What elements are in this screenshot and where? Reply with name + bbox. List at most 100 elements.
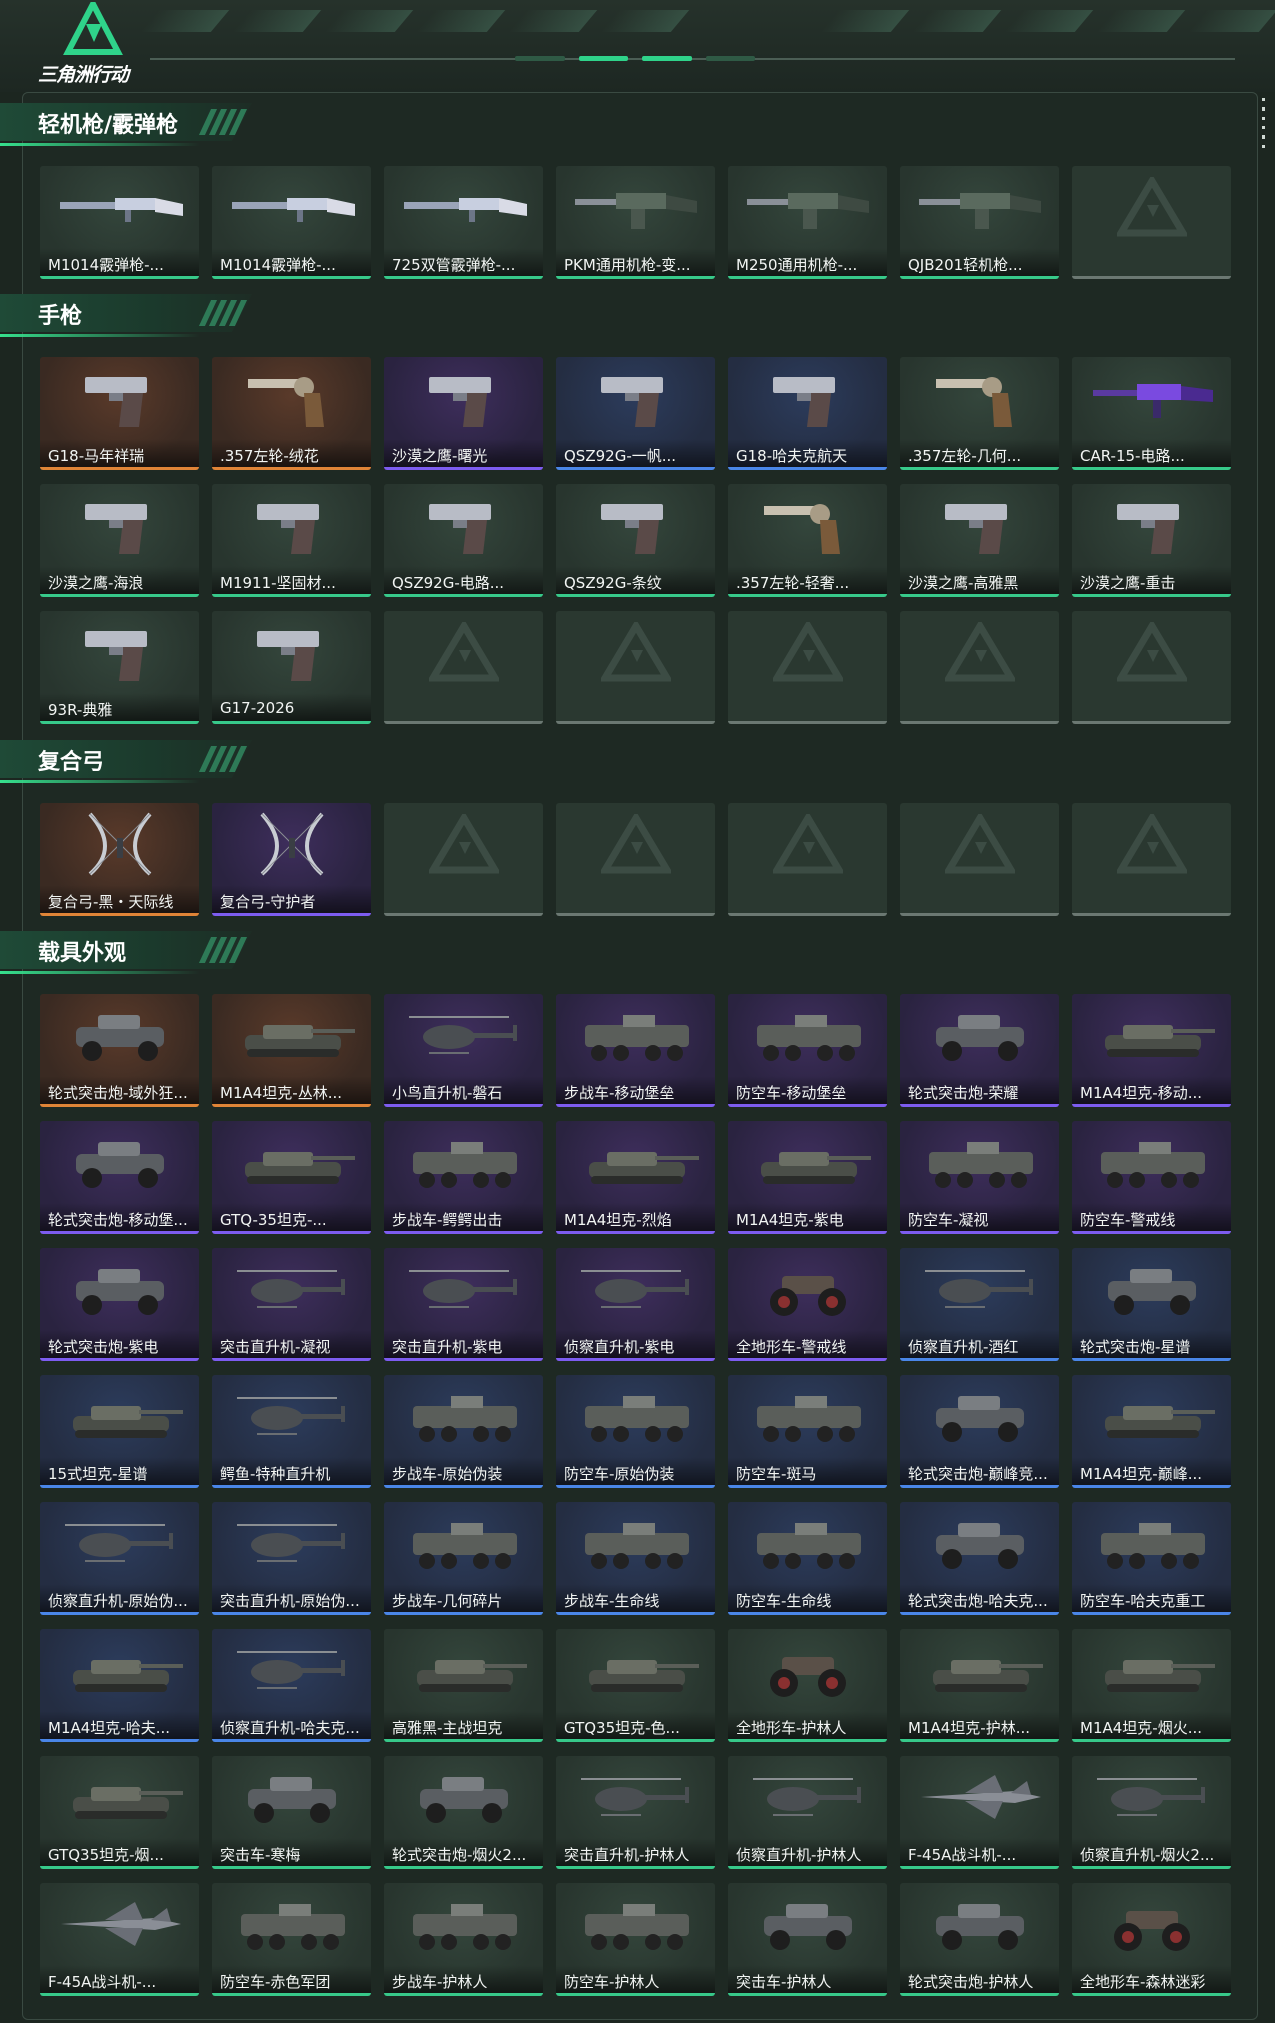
item-card[interactable]: 防空车-移动堡垒 — [728, 994, 887, 1107]
item-card[interactable]: G18-哈夫克航天 — [728, 357, 887, 470]
item-card[interactable]: 突击直升机-护林人 — [556, 1756, 715, 1869]
item-card[interactable]: M1014霰弹枪-... — [40, 166, 199, 279]
item-label: GTQ-35坦克-... — [212, 1203, 371, 1231]
item-card[interactable]: 防空车-护林人 — [556, 1883, 715, 1996]
item-card[interactable]: GTQ35坦克-色... — [556, 1629, 715, 1742]
item-card[interactable]: M250通用机枪-... — [728, 166, 887, 279]
item-card[interactable]: 防空车-原始伪装 — [556, 1375, 715, 1488]
item-card[interactable]: 轮式突击炮-移动堡... — [40, 1121, 199, 1234]
item-card[interactable]: .357左轮-几何... — [900, 357, 1059, 470]
item-card[interactable]: 沙漠之鹰-重击 — [1072, 484, 1231, 597]
mg-icon — [736, 172, 879, 242]
item-label: 沙漠之鹰-海浪 — [40, 566, 199, 594]
item-card[interactable]: F-45A战斗机-... — [900, 1756, 1059, 1869]
item-card[interactable]: 步战车-生命线 — [556, 1502, 715, 1615]
item-card[interactable]: 复合弓-守护者 — [212, 803, 371, 916]
item-card[interactable]: 轮式突击炮-哈夫克... — [900, 1502, 1059, 1615]
item-card[interactable]: 高雅黑-主战坦克 — [384, 1629, 543, 1742]
item-card[interactable]: QSZ92G-条纹 — [556, 484, 715, 597]
item-card[interactable]: 轮式突击炮-紫电 — [40, 1248, 199, 1361]
item-card[interactable]: M1A4坦克-移动... — [1072, 994, 1231, 1107]
item-card[interactable]: 15式坦克-星谱 — [40, 1375, 199, 1488]
item-card[interactable]: 轮式突击炮-星谱 — [1072, 1248, 1231, 1361]
item-card[interactable]: 防空车-斑马 — [728, 1375, 887, 1488]
item-card[interactable]: 725双管霰弹枪-... — [384, 166, 543, 279]
item-card[interactable]: 突击车-护林人 — [728, 1883, 887, 1996]
item-card[interactable]: 93R-典雅 — [40, 611, 199, 724]
item-label: M1A4坦克-移动... — [1072, 1076, 1231, 1104]
item-card[interactable]: 防空车-凝视 — [900, 1121, 1059, 1234]
item-card[interactable]: 侦察直升机-烟火2... — [1072, 1756, 1231, 1869]
item-card[interactable]: 侦察直升机-哈夫克... — [212, 1629, 371, 1742]
item-card[interactable]: 小鸟直升机-磐石 — [384, 994, 543, 1107]
item-card[interactable]: 轮式突击炮-护林人 — [900, 1883, 1059, 1996]
item-card[interactable]: 轮式突击炮-荣耀 — [900, 994, 1059, 1107]
item-card[interactable]: F-45A战斗机-... — [40, 1883, 199, 1996]
item-card[interactable]: 复合弓-黑・天际线 — [40, 803, 199, 916]
item-card[interactable]: 突击直升机-原始伪... — [212, 1502, 371, 1615]
item-card[interactable]: 防空车-生命线 — [728, 1502, 887, 1615]
item-card[interactable]: 全地形车-森林迷彩 — [1072, 1883, 1231, 1996]
item-card[interactable]: 沙漠之鹰-曙光 — [384, 357, 543, 470]
item-card[interactable]: M1A4坦克-烈焰 — [556, 1121, 715, 1234]
item-card[interactable]: 步战车-几何碎片 — [384, 1502, 543, 1615]
item-label: 防空车-生命线 — [728, 1584, 887, 1612]
item-card[interactable]: G17-2026 — [212, 611, 371, 724]
item-card[interactable]: 鳄鱼-特种直升机 — [212, 1375, 371, 1488]
item-card[interactable]: 全地形车-护林人 — [728, 1629, 887, 1742]
item-label: 防空车-警戒线 — [1072, 1203, 1231, 1231]
item-card[interactable]: G18-马年祥瑞 — [40, 357, 199, 470]
item-card[interactable]: 沙漠之鹰-高雅黑 — [900, 484, 1059, 597]
item-card[interactable]: M1A4坦克-烟火... — [1072, 1629, 1231, 1742]
item-card[interactable]: 轮式突击炮-烟火2... — [384, 1756, 543, 1869]
item-card[interactable]: M1A4坦克-紫电 — [728, 1121, 887, 1234]
item-card[interactable]: 全地形车-警戒线 — [728, 1248, 887, 1361]
ifv-icon — [736, 1381, 879, 1451]
item-card[interactable]: M1A4坦克-护林... — [900, 1629, 1059, 1742]
item-label: 轮式突击炮-烟火2... — [384, 1838, 543, 1866]
item-card[interactable]: GTQ-35坦克-... — [212, 1121, 371, 1234]
item-card[interactable]: M1A4坦克-哈夫... — [40, 1629, 199, 1742]
item-card[interactable]: .357左轮-绒花 — [212, 357, 371, 470]
item-grid-bow: 复合弓-黑・天际线 复合弓-守护者 — [40, 803, 1231, 916]
item-card[interactable]: 轮式突击炮-巅峰竞... — [900, 1375, 1059, 1488]
item-card[interactable]: 步战车-原始伪装 — [384, 1375, 543, 1488]
item-card[interactable]: 防空车-赤色军团 — [212, 1883, 371, 1996]
item-card[interactable]: 轮式突击炮-域外狂... — [40, 994, 199, 1107]
tank-icon — [736, 1127, 879, 1197]
item-card[interactable]: M1014霰弹枪-... — [212, 166, 371, 279]
scrollbar[interactable] — [1261, 98, 1265, 148]
item-card[interactable]: 步战车-护林人 — [384, 1883, 543, 1996]
item-card[interactable]: 侦察直升机-紫电 — [556, 1248, 715, 1361]
car-icon — [48, 1000, 191, 1070]
item-card[interactable]: QJB201轻机枪... — [900, 166, 1059, 279]
item-card[interactable]: QSZ92G-电路... — [384, 484, 543, 597]
tank-icon — [1080, 1381, 1223, 1451]
item-card[interactable]: 防空车-哈夫克重工 — [1072, 1502, 1231, 1615]
item-card[interactable]: CAR-15-电路... — [1072, 357, 1231, 470]
item-card[interactable]: 侦察直升机-护林人 — [728, 1756, 887, 1869]
item-card[interactable]: QSZ92G-一帆... — [556, 357, 715, 470]
pistol-icon — [1080, 490, 1223, 560]
item-card[interactable]: PKM通用机枪-变... — [556, 166, 715, 279]
item-card[interactable]: .357左轮-轻奢... — [728, 484, 887, 597]
item-label: GTQ35坦克-烟... — [40, 1838, 199, 1866]
item-card[interactable]: 防空车-警戒线 — [1072, 1121, 1231, 1234]
item-card[interactable]: M1911-坚固材... — [212, 484, 371, 597]
item-card[interactable]: 突击直升机-凝视 — [212, 1248, 371, 1361]
item-label: M1A4坦克-巅峰... — [1072, 1457, 1231, 1485]
item-card[interactable]: 步战车-鳄鳄出击 — [384, 1121, 543, 1234]
item-card[interactable]: 沙漠之鹰-海浪 — [40, 484, 199, 597]
item-card[interactable]: M1A4坦克-巅峰... — [1072, 1375, 1231, 1488]
section-title: 轻机枪/霰弹枪 — [38, 113, 179, 138]
item-card[interactable]: 步战车-移动堡垒 — [556, 994, 715, 1107]
item-card[interactable]: GTQ35坦克-烟... — [40, 1756, 199, 1869]
item-card[interactable]: 侦察直升机-酒红 — [900, 1248, 1059, 1361]
item-card[interactable]: 侦察直升机-原始伪... — [40, 1502, 199, 1615]
item-card[interactable]: 突击直升机-紫电 — [384, 1248, 543, 1361]
item-label: CAR-15-电路... — [1072, 439, 1231, 467]
pistol-icon — [392, 363, 535, 433]
item-card[interactable]: M1A4坦克-丛林... — [212, 994, 371, 1107]
tank-icon — [392, 1635, 535, 1705]
item-card[interactable]: 突击车-寒梅 — [212, 1756, 371, 1869]
